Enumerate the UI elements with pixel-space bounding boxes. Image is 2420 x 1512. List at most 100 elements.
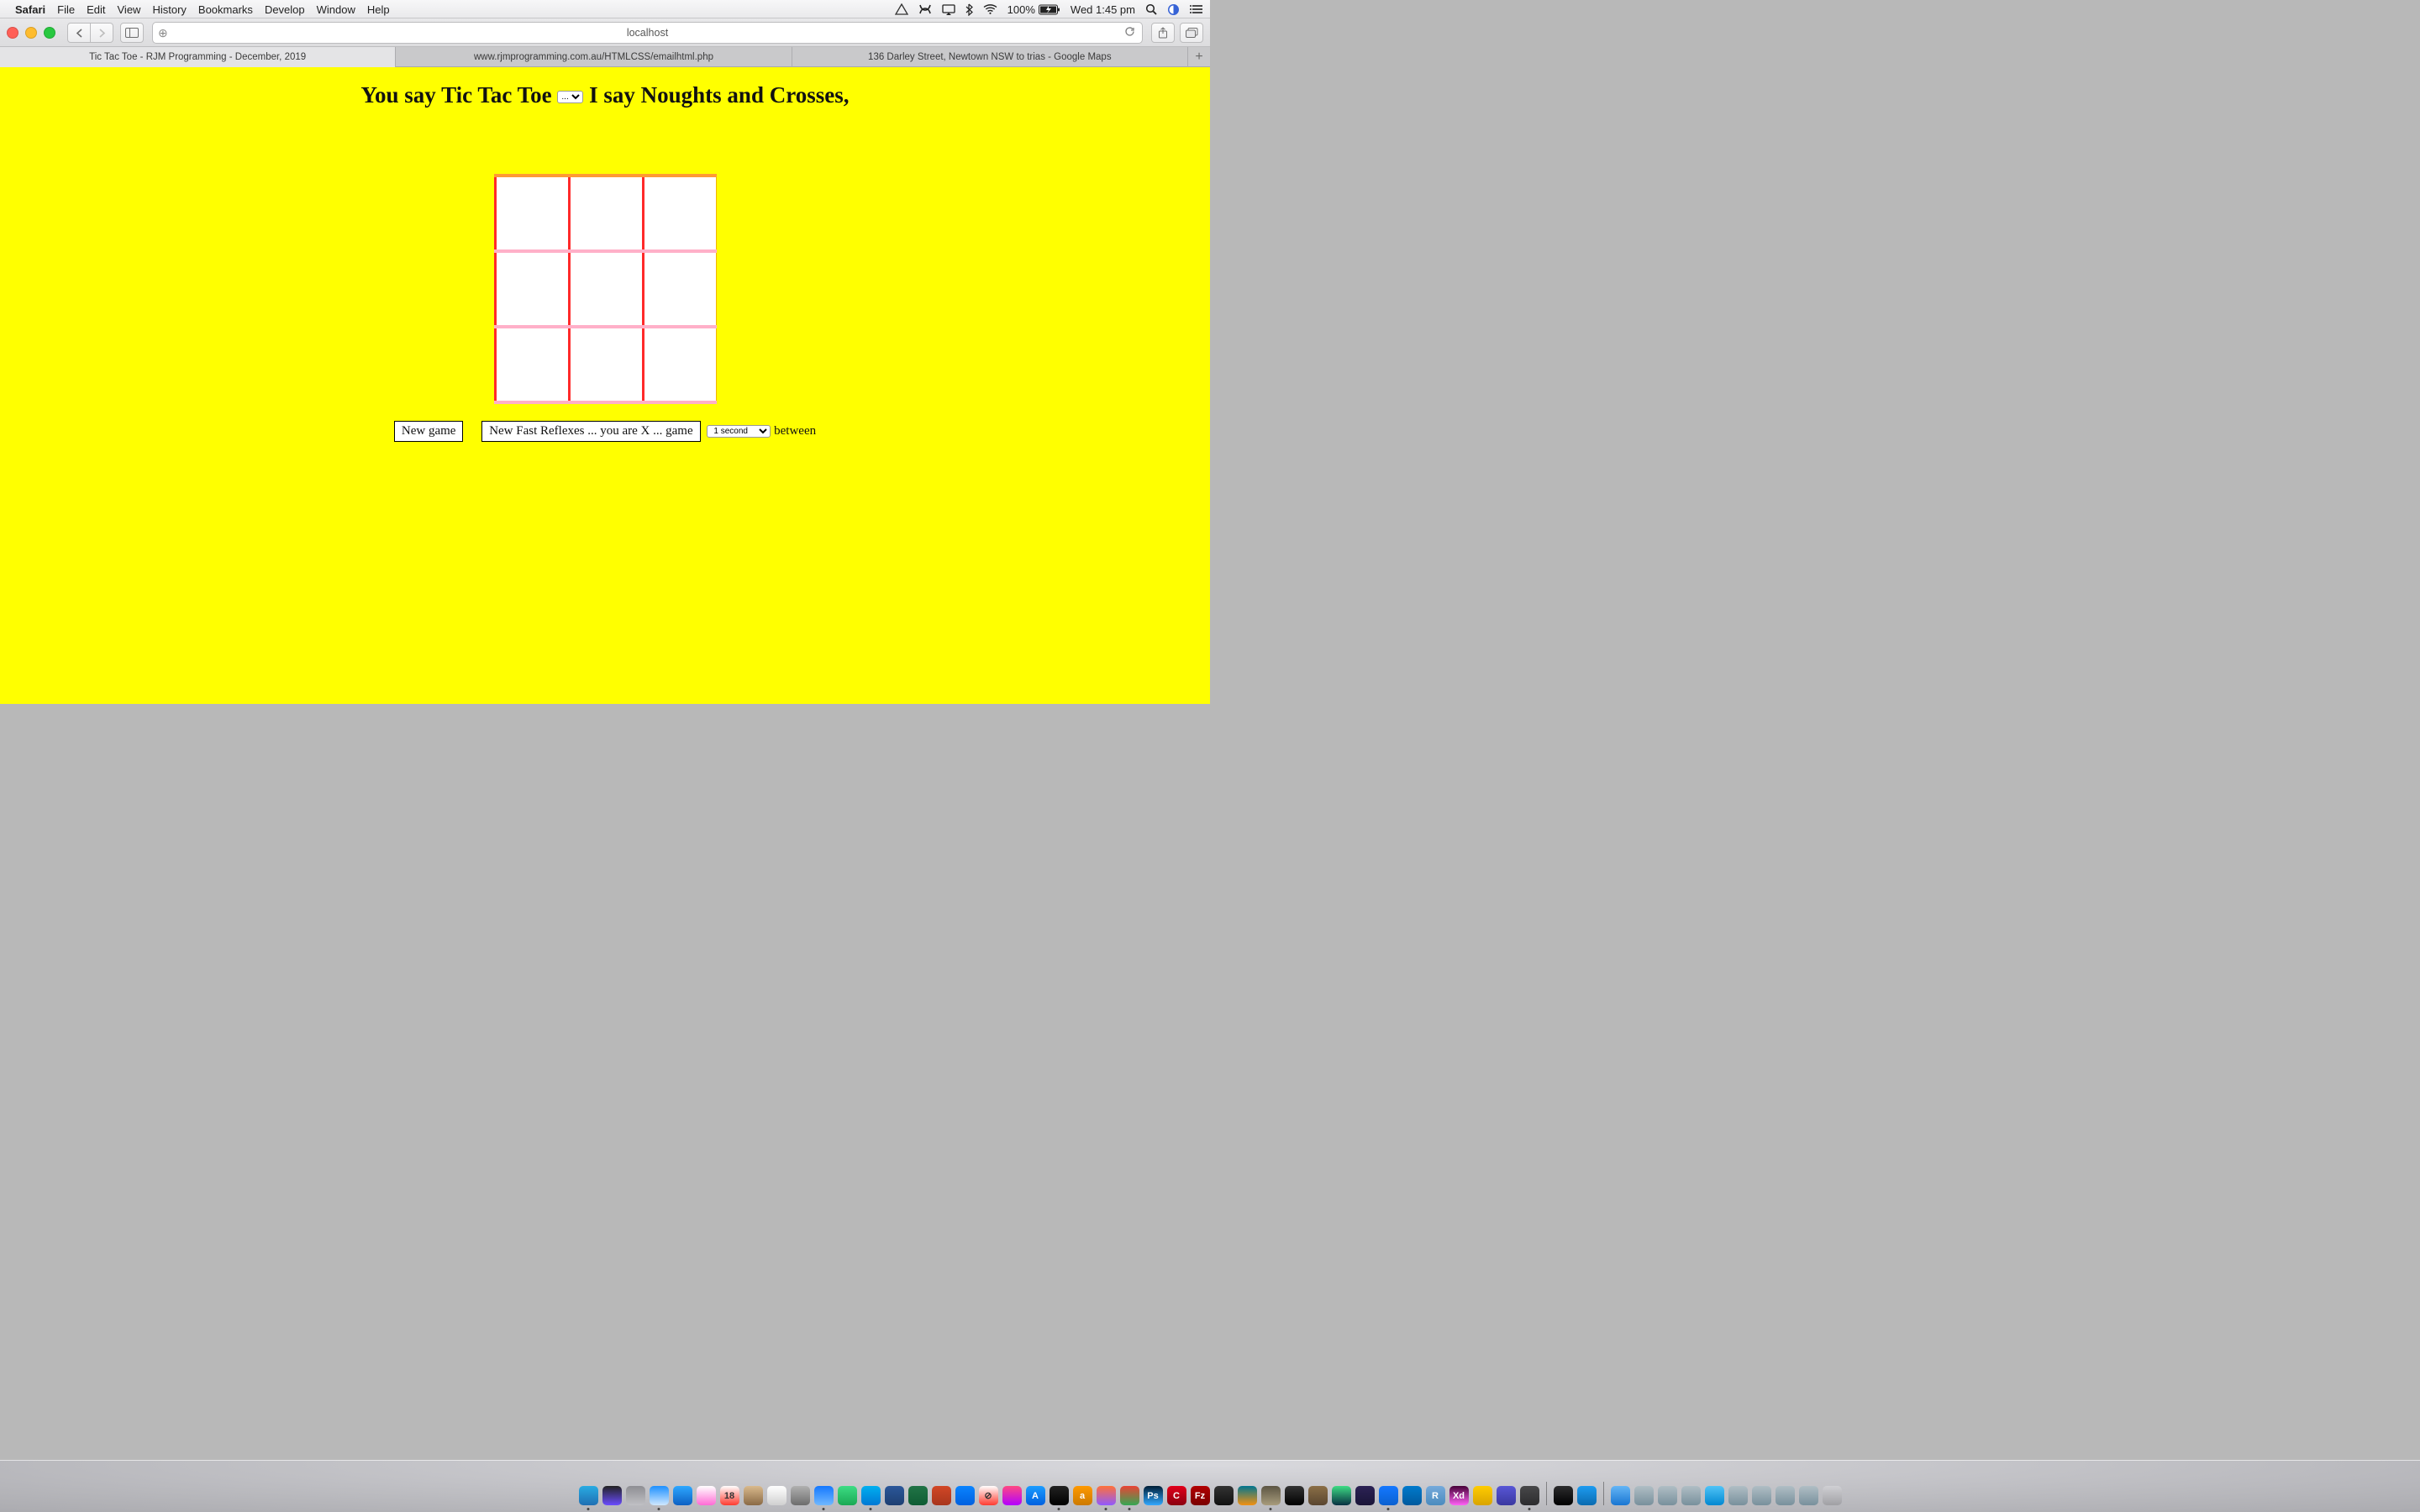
dock-mamp-icon[interactable]	[1214, 1486, 1234, 1505]
airplay-icon[interactable]	[942, 4, 955, 15]
dock-skype-icon[interactable]	[861, 1486, 881, 1505]
reload-icon[interactable]	[1124, 26, 1135, 39]
board-cell[interactable]	[569, 251, 643, 327]
dock-appstore-icon[interactable]: A	[1026, 1486, 1045, 1505]
board-cell[interactable]	[643, 176, 716, 251]
menu-help[interactable]: Help	[367, 3, 390, 16]
menubar-app-name[interactable]: Safari	[15, 3, 45, 16]
add-page-icon[interactable]: ⊕	[158, 26, 168, 40]
dock-contacts-icon[interactable]	[744, 1486, 763, 1505]
menu-window[interactable]: Window	[317, 3, 355, 16]
board-cell[interactable]	[495, 176, 569, 251]
back-button[interactable]	[67, 23, 91, 43]
browser-tab[interactable]: www.rjmprogramming.com.au/HTMLCSS/emailh…	[396, 47, 792, 67]
dock-desk2-icon[interactable]	[1634, 1486, 1654, 1505]
board-cell[interactable]	[495, 327, 569, 402]
fullscreen-window-button[interactable]	[44, 27, 55, 39]
dock-desk4-icon[interactable]	[1681, 1486, 1701, 1505]
board-cell[interactable]	[569, 327, 643, 402]
dock-mail-icon[interactable]	[673, 1486, 692, 1505]
dock-gimp-icon[interactable]	[1261, 1486, 1281, 1505]
dock-chrome-icon[interactable]	[1120, 1486, 1139, 1505]
dock-quicklook-icon[interactable]	[1577, 1486, 1597, 1505]
menu-develop[interactable]: Develop	[265, 3, 305, 16]
dock-xd-icon[interactable]: Xd	[1449, 1486, 1469, 1505]
new-tab-button[interactable]: +	[1188, 47, 1210, 67]
dock-launchpad-icon[interactable]	[626, 1486, 645, 1505]
dock-eclipse-icon[interactable]	[1355, 1486, 1375, 1505]
new-fast-game-button[interactable]: New Fast Reflexes ... you are X ... game	[481, 421, 700, 442]
dock-filezilla-icon[interactable]: Fz	[1191, 1486, 1210, 1505]
dock-reminders-icon[interactable]	[767, 1486, 786, 1505]
forward-button[interactable]	[91, 23, 113, 43]
dock-siri-icon[interactable]	[602, 1486, 622, 1505]
dock-excel-icon[interactable]	[908, 1486, 928, 1505]
status-icon[interactable]	[918, 3, 932, 15]
dock-desk6-icon[interactable]	[1728, 1486, 1748, 1505]
dock-desk9-icon[interactable]	[1799, 1486, 1818, 1505]
dock-desk8-icon[interactable]	[1776, 1486, 1795, 1505]
dock-folder1-icon[interactable]	[1554, 1486, 1573, 1505]
menu-list-icon[interactable]	[1190, 4, 1203, 14]
dock-app1-icon[interactable]	[1308, 1486, 1328, 1505]
new-game-button[interactable]: New game	[394, 421, 464, 442]
board-cell[interactable]	[643, 251, 716, 327]
dock-powerpoint-icon[interactable]	[932, 1486, 951, 1505]
battery-status[interactable]: 100%	[1007, 3, 1060, 16]
menu-edit[interactable]: Edit	[87, 3, 105, 16]
heading-select[interactable]: ...	[557, 91, 583, 103]
browser-tab[interactable]: 136 Darley Street, Newtown NSW to trias …	[792, 47, 1188, 67]
dock-terminal-icon[interactable]	[1050, 1486, 1069, 1505]
address-bar[interactable]: ⊕ localhost	[152, 22, 1143, 44]
menu-history[interactable]: History	[152, 3, 186, 16]
dock-finder-icon[interactable]	[579, 1486, 598, 1505]
control-icon[interactable]	[1167, 3, 1180, 16]
dock-calendar-icon[interactable]: 18	[720, 1486, 739, 1505]
dock-preview-icon[interactable]	[814, 1486, 834, 1505]
dock-photoshop-icon[interactable]: Ps	[1144, 1486, 1163, 1505]
dock-messages-icon[interactable]	[838, 1486, 857, 1505]
dock-prohibit-icon[interactable]: ⊘	[979, 1486, 998, 1505]
dock-android-icon[interactable]	[1332, 1486, 1351, 1505]
browser-tab[interactable]: Tic Tac Toe - RJM Programming - December…	[0, 47, 396, 67]
wifi-icon[interactable]	[983, 4, 997, 14]
dock-desk1-icon[interactable]	[1611, 1486, 1630, 1505]
dock-trash-icon[interactable]	[1823, 1486, 1842, 1505]
board-cell[interactable]	[569, 176, 643, 251]
dock-photos-icon[interactable]	[697, 1486, 716, 1505]
show-tabs-button[interactable]	[1180, 23, 1203, 43]
dock-desk7-icon[interactable]	[1752, 1486, 1771, 1505]
dock-firefox-icon[interactable]	[1097, 1486, 1116, 1505]
dock-mysql-icon[interactable]	[1238, 1486, 1257, 1505]
menu-bookmarks[interactable]: Bookmarks	[198, 3, 253, 16]
dock-inkscape-icon[interactable]	[1285, 1486, 1304, 1505]
dock-app2-icon[interactable]	[1473, 1486, 1492, 1505]
dock-keynote-icon[interactable]	[955, 1486, 975, 1505]
status-icon[interactable]	[895, 3, 908, 15]
dock-rstudio-icon[interactable]: R	[1426, 1486, 1445, 1505]
dock-app3-icon[interactable]	[1497, 1486, 1516, 1505]
dock-automator-icon[interactable]	[791, 1486, 810, 1505]
board-cell[interactable]	[643, 327, 716, 402]
share-button[interactable]	[1151, 23, 1175, 43]
dock-vscode-icon[interactable]	[1402, 1486, 1422, 1505]
dock-desk5-icon[interactable]	[1705, 1486, 1724, 1505]
interval-select[interactable]: 1 second	[707, 425, 771, 438]
menu-file[interactable]: File	[57, 3, 75, 16]
bluetooth-icon[interactable]	[965, 3, 973, 16]
dock-amazon-icon[interactable]: a	[1073, 1486, 1092, 1505]
dock-app4-icon[interactable]	[1520, 1486, 1539, 1505]
menubar-clock[interactable]: Wed 1:45 pm	[1071, 3, 1135, 16]
board-cell[interactable]	[495, 251, 569, 327]
sidebar-button[interactable]	[120, 23, 144, 43]
dock-word-icon[interactable]	[885, 1486, 904, 1505]
dock-xcode-icon[interactable]	[1379, 1486, 1398, 1505]
close-window-button[interactable]	[7, 27, 18, 39]
dock-desk3-icon[interactable]	[1658, 1486, 1677, 1505]
dock-itunes-icon[interactable]	[1002, 1486, 1022, 1505]
minimize-window-button[interactable]	[25, 27, 37, 39]
spotlight-icon[interactable]	[1145, 3, 1157, 15]
menu-view[interactable]: View	[118, 3, 141, 16]
dock-safari-icon[interactable]	[650, 1486, 669, 1505]
dock-ccleaner-icon[interactable]: C	[1167, 1486, 1186, 1505]
